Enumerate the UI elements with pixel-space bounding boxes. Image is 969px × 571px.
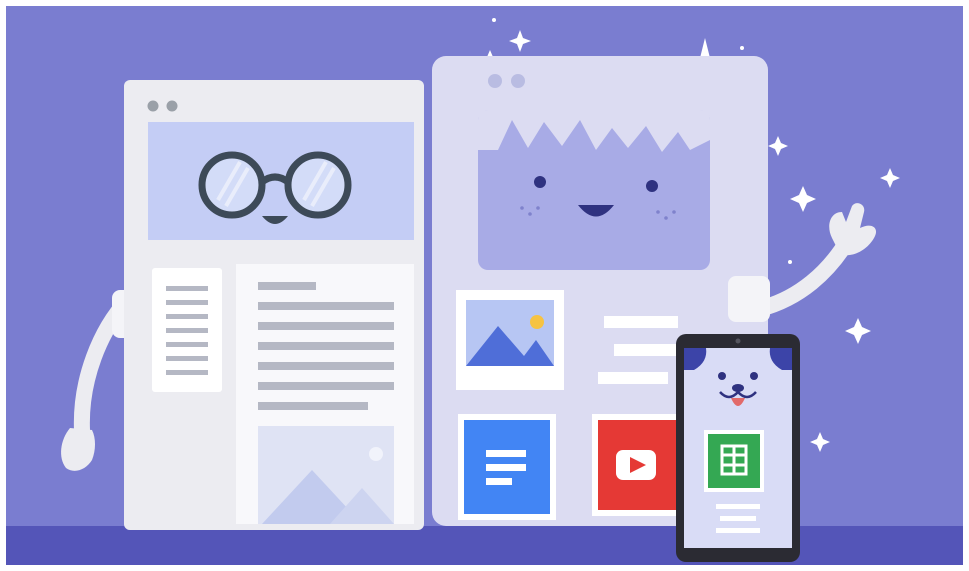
sparkle-dot (740, 46, 744, 50)
floor (6, 526, 963, 565)
eye (534, 176, 546, 188)
responsive-web-illustration (0, 0, 969, 571)
illustration-scene (0, 0, 969, 571)
right-hand-grip (728, 276, 770, 322)
window-dot (488, 74, 502, 88)
window-dot (511, 74, 525, 88)
glasses-lens (284, 151, 352, 219)
sparkle-dot (492, 18, 496, 22)
sun (369, 447, 383, 461)
eye (718, 372, 726, 380)
phone-text-lines (716, 504, 760, 533)
glasses-lens (198, 151, 266, 219)
window-dot (166, 100, 178, 112)
phone-character (676, 334, 800, 562)
window-dot (147, 100, 159, 112)
eye (750, 372, 758, 380)
image-sun (530, 315, 544, 329)
eye (646, 180, 658, 192)
phone-camera (735, 338, 741, 344)
sparkle-dot (788, 260, 792, 264)
